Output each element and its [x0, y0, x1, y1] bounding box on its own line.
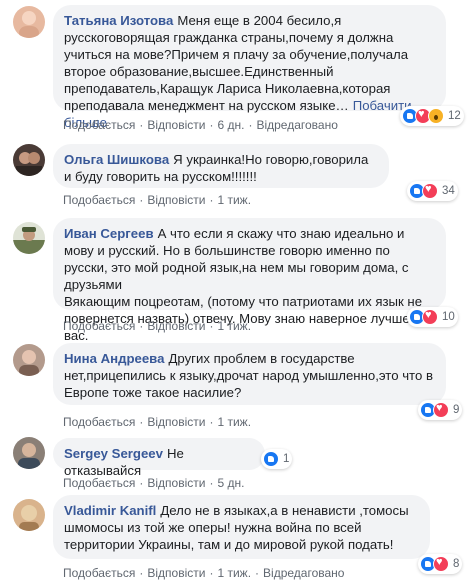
reply-link[interactable]: Відповісти: [147, 566, 205, 580]
like-reaction-icon: [263, 451, 279, 467]
love-reaction-icon: [433, 402, 449, 418]
reply-link[interactable]: Відповісти: [147, 476, 205, 490]
love-reaction-icon: [422, 183, 438, 199]
comment-author[interactable]: Sergey Sergeev: [64, 446, 163, 461]
comment-author[interactable]: Ольга Шишкова: [64, 152, 169, 167]
timestamp[interactable]: 1 тиж.: [217, 415, 251, 429]
timestamp[interactable]: 1 тиж.: [217, 566, 251, 580]
comment-author[interactable]: Vladimir Kanifl: [64, 503, 156, 518]
comment-author[interactable]: Нина Андреева: [64, 351, 164, 366]
reactions-summary[interactable]: 1: [261, 449, 293, 469]
comment-bubble: Нина Андреева Других проблем в государств…: [53, 343, 446, 405]
reply-link[interactable]: Відповісти: [147, 415, 205, 429]
like-link[interactable]: Подобається: [63, 193, 135, 207]
comment-actions: Подобається · Відповісти · 1 тиж.: [63, 415, 252, 429]
reply-link[interactable]: Відповісти: [147, 319, 205, 333]
comment-bubble: Vladimir Kanifl Дело не в языках,а в нена…: [53, 495, 430, 559]
reply-link[interactable]: Відповісти: [147, 193, 205, 207]
reaction-count: 12: [448, 110, 461, 122]
reaction-count: 8: [453, 558, 460, 570]
reactions-summary[interactable]: 10: [407, 307, 458, 327]
comment-bubble: Ольга Шишкова Я украинка!Но говорю,говори…: [53, 144, 389, 188]
timestamp[interactable]: 1 тиж.: [217, 319, 251, 333]
comment-actions: Подобається · Відповісти · 6 дн. · Відредагова…: [63, 118, 338, 132]
wow-reaction-icon: [428, 108, 444, 124]
comment-bubble: Иван Сергеев А что если я скажу что знаю …: [53, 218, 446, 343]
avatar[interactable]: [13, 6, 45, 38]
comment-actions: Подобається · Відповісти · 1 тиж.: [63, 319, 252, 333]
like-link[interactable]: Подобається: [63, 566, 135, 580]
reactions-summary[interactable]: 8: [418, 554, 463, 574]
comment-author[interactable]: Иван Сергеев: [64, 226, 154, 241]
timestamp[interactable]: 5 дн.: [217, 476, 244, 490]
comment-author[interactable]: Татьяна Изотова: [64, 13, 173, 28]
avatar[interactable]: [13, 499, 45, 531]
comment-bubble: Татьяна Изотова Меня еще в 2004 бесило,я …: [53, 5, 446, 130]
reactions-summary[interactable]: 12: [400, 106, 464, 126]
like-link[interactable]: Подобається: [63, 415, 135, 429]
comment-actions: Подобається · Відповісти · 5 дн.: [63, 476, 245, 490]
edited-label[interactable]: Відредаговано: [256, 118, 337, 132]
like-link[interactable]: Подобається: [63, 118, 135, 132]
reaction-count: 10: [442, 311, 455, 323]
reaction-count: 1: [283, 453, 290, 465]
comment-actions: Подобається · Відповісти · 1 тиж. · Відредагов…: [63, 566, 345, 580]
reactions-summary[interactable]: 34: [407, 181, 458, 201]
love-reaction-icon: [433, 556, 449, 572]
reply-link[interactable]: Відповісти: [147, 118, 205, 132]
avatar[interactable]: [13, 437, 45, 469]
avatar[interactable]: [13, 144, 45, 176]
reaction-count: 34: [442, 185, 455, 197]
reaction-count: 9: [453, 404, 460, 416]
reactions-summary[interactable]: 9: [418, 400, 463, 420]
timestamp[interactable]: 1 тиж.: [217, 193, 251, 207]
avatar[interactable]: [13, 222, 45, 254]
timestamp[interactable]: 6 дн.: [217, 118, 244, 132]
like-link[interactable]: Подобається: [63, 476, 135, 490]
like-link[interactable]: Подобається: [63, 319, 135, 333]
love-reaction-icon: [422, 309, 438, 325]
edited-label[interactable]: Відредаговано: [263, 566, 344, 580]
comment-actions: Подобається · Відповісти · 1 тиж.: [63, 193, 252, 207]
avatar[interactable]: [13, 344, 45, 376]
comment-bubble: Sergey Sergeev Не отказывайся: [53, 438, 265, 478]
